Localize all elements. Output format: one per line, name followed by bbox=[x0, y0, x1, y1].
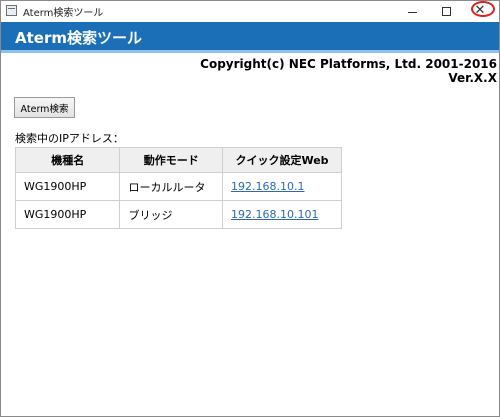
maximize-icon bbox=[441, 6, 451, 16]
close-button[interactable]: ✕ bbox=[463, 1, 497, 21]
results-table: 機種名 動作モード クイック設定Web WG1900HP ローカルルータ 192… bbox=[14, 147, 342, 229]
cell-model: WG1900HP bbox=[14, 200, 121, 229]
cell-mode: ブリッジ bbox=[119, 200, 224, 229]
searching-ip-label: 検索中のIPアドレス： bbox=[15, 132, 124, 145]
aterm-search-button[interactable]: Aterm検索 bbox=[14, 97, 75, 118]
cell-quick-setup: 192.168.10.1 bbox=[222, 172, 342, 201]
cell-mode: ローカルルータ bbox=[119, 172, 224, 201]
header-stripe bbox=[1, 50, 499, 53]
close-icon: ✕ bbox=[474, 3, 486, 18]
app-title: Aterm検索ツール bbox=[15, 29, 142, 47]
quick-setup-link[interactable]: 192.168.10.101 bbox=[231, 208, 318, 221]
column-header-model: 機種名 bbox=[14, 147, 121, 173]
version-text: Ver.X.X bbox=[448, 71, 497, 85]
cell-quick-setup: 192.168.10.101 bbox=[222, 200, 342, 229]
maximize-button[interactable] bbox=[429, 1, 463, 21]
title-bar: Aterm検索ツール ✕ bbox=[1, 1, 499, 21]
app-window-icon bbox=[6, 5, 17, 16]
minimize-icon bbox=[407, 11, 417, 13]
copyright-text: Copyright(c) NEC Platforms, Ltd. 2001-20… bbox=[200, 57, 497, 71]
column-header-quick-setup: クイック設定Web bbox=[222, 147, 342, 173]
table-row: WG1900HP ブリッジ 192.168.10.101 bbox=[14, 200, 342, 229]
table-header-row: 機種名 動作モード クイック設定Web bbox=[14, 147, 342, 173]
minimize-button[interactable] bbox=[395, 1, 429, 21]
quick-setup-link[interactable]: 192.168.10.1 bbox=[231, 180, 304, 193]
table-row: WG1900HP ローカルルータ 192.168.10.1 bbox=[14, 172, 342, 201]
app-window: Aterm検索ツール ✕ Aterm検索ツール Copyright(c) NEC… bbox=[0, 0, 500, 417]
column-header-mode: 動作モード bbox=[119, 147, 224, 173]
copyright-notice: Copyright(c) NEC Platforms, Ltd. 2001-20… bbox=[200, 57, 497, 85]
cell-model: WG1900HP bbox=[14, 172, 121, 201]
window-title: Aterm検索ツール bbox=[23, 8, 104, 19]
